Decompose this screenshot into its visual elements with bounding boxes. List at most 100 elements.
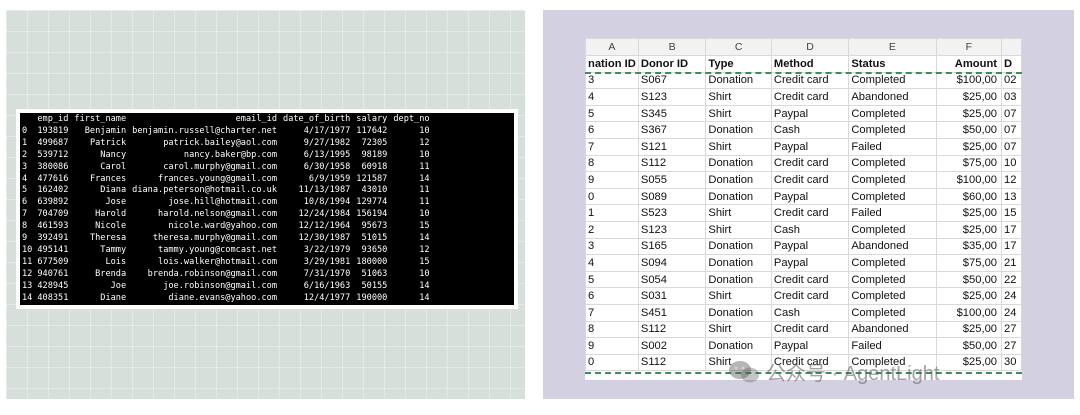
spreadsheet-cell[interactable]: S165	[637, 237, 707, 256]
spreadsheet-cell[interactable]: 7	[585, 303, 639, 322]
spreadsheet-cell[interactable]: 10	[1001, 154, 1022, 173]
spreadsheet-cell[interactable]: Credit card	[770, 154, 850, 173]
spreadsheet-cell[interactable]: Completed	[848, 187, 937, 206]
spreadsheet-cell[interactable]: 6	[585, 121, 639, 139]
spreadsheet-header-cell[interactable]: nation ID	[585, 55, 639, 73]
spreadsheet-cell[interactable]: 24	[1001, 287, 1022, 305]
spreadsheet-cell[interactable]: $100,00	[935, 71, 1003, 90]
spreadsheet-cell[interactable]: 27	[1001, 320, 1022, 339]
spreadsheet-cell[interactable]: Donation	[705, 337, 772, 355]
spreadsheet-cell[interactable]: 6	[585, 287, 639, 305]
spreadsheet-cell[interactable]: 3	[585, 71, 639, 90]
spreadsheet-cell[interactable]: $25,00	[935, 137, 1003, 156]
column-letter-header[interactable]: D	[770, 38, 850, 56]
spreadsheet-cell[interactable]: 27	[1001, 337, 1022, 355]
spreadsheet-cell[interactable]: 9	[585, 337, 639, 355]
spreadsheet-cell[interactable]: Completed	[848, 154, 937, 173]
column-letter-header[interactable]: A	[585, 38, 639, 56]
spreadsheet-cell[interactable]: Failed	[848, 204, 937, 222]
spreadsheet-cell[interactable]: $50,00	[935, 270, 1003, 289]
spreadsheet-cell[interactable]: 3	[585, 237, 639, 256]
spreadsheet-cell[interactable]: S123	[637, 220, 707, 239]
spreadsheet-cell[interactable]: Completed	[848, 353, 937, 372]
spreadsheet-cell[interactable]: Donation	[705, 237, 772, 256]
spreadsheet-cell[interactable]: $100,00	[935, 171, 1003, 189]
spreadsheet-cell[interactable]: Shirt	[705, 287, 772, 305]
spreadsheet-cell[interactable]: Donation	[705, 121, 772, 139]
spreadsheet-cell[interactable]: 13	[1001, 187, 1022, 206]
column-letter-header[interactable]: F	[935, 38, 1003, 56]
spreadsheet-cell[interactable]: $25,00	[935, 287, 1003, 305]
spreadsheet-cell[interactable]: Credit card	[770, 353, 850, 372]
spreadsheet-cell[interactable]: Paypal	[770, 337, 850, 355]
spreadsheet-cell[interactable]: Donation	[705, 303, 772, 322]
spreadsheet-cell[interactable]: 02	[1001, 71, 1022, 90]
spreadsheet-cell[interactable]: 0	[585, 353, 639, 372]
spreadsheet-cell[interactable]: Shirt	[705, 137, 772, 156]
spreadsheet-cell[interactable]: Shirt	[705, 320, 772, 339]
spreadsheet-cell[interactable]: Completed	[848, 171, 937, 189]
spreadsheet-cell[interactable]: 07	[1001, 137, 1022, 156]
spreadsheet-cell[interactable]: Paypal	[770, 237, 850, 256]
spreadsheet-cell[interactable]: S002	[637, 337, 707, 355]
spreadsheet-cell[interactable]: S121	[637, 137, 707, 156]
spreadsheet-cell[interactable]: 1	[585, 204, 639, 222]
spreadsheet-cell[interactable]: S451	[637, 303, 707, 322]
spreadsheet-cell[interactable]: Paypal	[770, 137, 850, 156]
spreadsheet-cell[interactable]: Donation	[705, 270, 772, 289]
spreadsheet-cell[interactable]: 9	[585, 171, 639, 189]
spreadsheet-cell[interactable]: Credit card	[770, 270, 850, 289]
spreadsheet-cell[interactable]: $60,00	[935, 187, 1003, 206]
spreadsheet-cell[interactable]: Credit card	[770, 287, 850, 305]
spreadsheet-cell[interactable]: Credit card	[770, 171, 850, 189]
spreadsheet-cell[interactable]: Credit card	[770, 204, 850, 222]
spreadsheet-cell[interactable]: 15	[1001, 204, 1022, 222]
spreadsheet-cell[interactable]: Cash	[770, 303, 850, 322]
spreadsheet-cell[interactable]: Shirt	[705, 220, 772, 239]
spreadsheet-cell[interactable]: Shirt	[705, 204, 772, 222]
spreadsheet-cell[interactable]: S123	[637, 88, 707, 106]
spreadsheet-cell[interactable]: Completed	[848, 121, 937, 139]
spreadsheet-cell[interactable]: $75,00	[935, 154, 1003, 173]
spreadsheet-cell[interactable]: $25,00	[935, 104, 1003, 123]
spreadsheet-cell[interactable]: S089	[637, 187, 707, 206]
spreadsheet-cell[interactable]: S112	[637, 353, 707, 372]
column-letter-header[interactable]: C	[705, 38, 772, 56]
spreadsheet-cell[interactable]: $25,00	[935, 88, 1003, 106]
spreadsheet-cell[interactable]: Abandoned	[848, 237, 937, 256]
spreadsheet-cell[interactable]: Failed	[848, 137, 937, 156]
spreadsheet-cell[interactable]: 5	[585, 104, 639, 123]
spreadsheet-cell[interactable]: 8	[585, 320, 639, 339]
spreadsheet-cell[interactable]: S112	[637, 154, 707, 173]
spreadsheet-cell[interactable]: Completed	[848, 71, 937, 90]
spreadsheet-cell[interactable]: 17	[1001, 220, 1022, 239]
spreadsheet-cell[interactable]: $35,00	[935, 237, 1003, 256]
spreadsheet-cell[interactable]: Credit card	[770, 320, 850, 339]
spreadsheet-cell[interactable]: Cash	[770, 121, 850, 139]
spreadsheet-cell[interactable]: Shirt	[705, 88, 772, 106]
spreadsheet-cell[interactable]: 5	[585, 270, 639, 289]
spreadsheet-cell[interactable]: $75,00	[935, 254, 1003, 272]
spreadsheet-cell[interactable]: 24	[1001, 303, 1022, 322]
spreadsheet-header-cell[interactable]: Type	[705, 55, 772, 73]
spreadsheet-cell[interactable]: 4	[585, 88, 639, 106]
spreadsheet-cell[interactable]: Credit card	[770, 71, 850, 90]
spreadsheet-cell[interactable]: Donation	[705, 254, 772, 272]
spreadsheet-cell[interactable]: Completed	[848, 270, 937, 289]
spreadsheet-cell[interactable]: 2	[585, 220, 639, 239]
spreadsheet-cell[interactable]: $25,00	[935, 353, 1003, 372]
spreadsheet-cell[interactable]: Cash	[770, 220, 850, 239]
spreadsheet-cell[interactable]: Paypal	[770, 254, 850, 272]
spreadsheet-cell[interactable]: S523	[637, 204, 707, 222]
column-letter-header[interactable]: B	[637, 38, 707, 56]
spreadsheet-cell[interactable]: Shirt	[705, 104, 772, 123]
spreadsheet-header-cell[interactable]: Amount	[935, 55, 1003, 73]
spreadsheet-cell[interactable]: S367	[637, 121, 707, 139]
spreadsheet-cell[interactable]: 07	[1001, 104, 1022, 123]
spreadsheet-cell[interactable]: S345	[637, 104, 707, 123]
column-letter-header[interactable]	[1001, 38, 1022, 56]
spreadsheet-cell[interactable]: Credit card	[770, 88, 850, 106]
spreadsheet-cell[interactable]: 4	[585, 254, 639, 272]
spreadsheet-cell[interactable]: 17	[1001, 237, 1022, 256]
spreadsheet-header-cell[interactable]: D	[1001, 55, 1022, 73]
